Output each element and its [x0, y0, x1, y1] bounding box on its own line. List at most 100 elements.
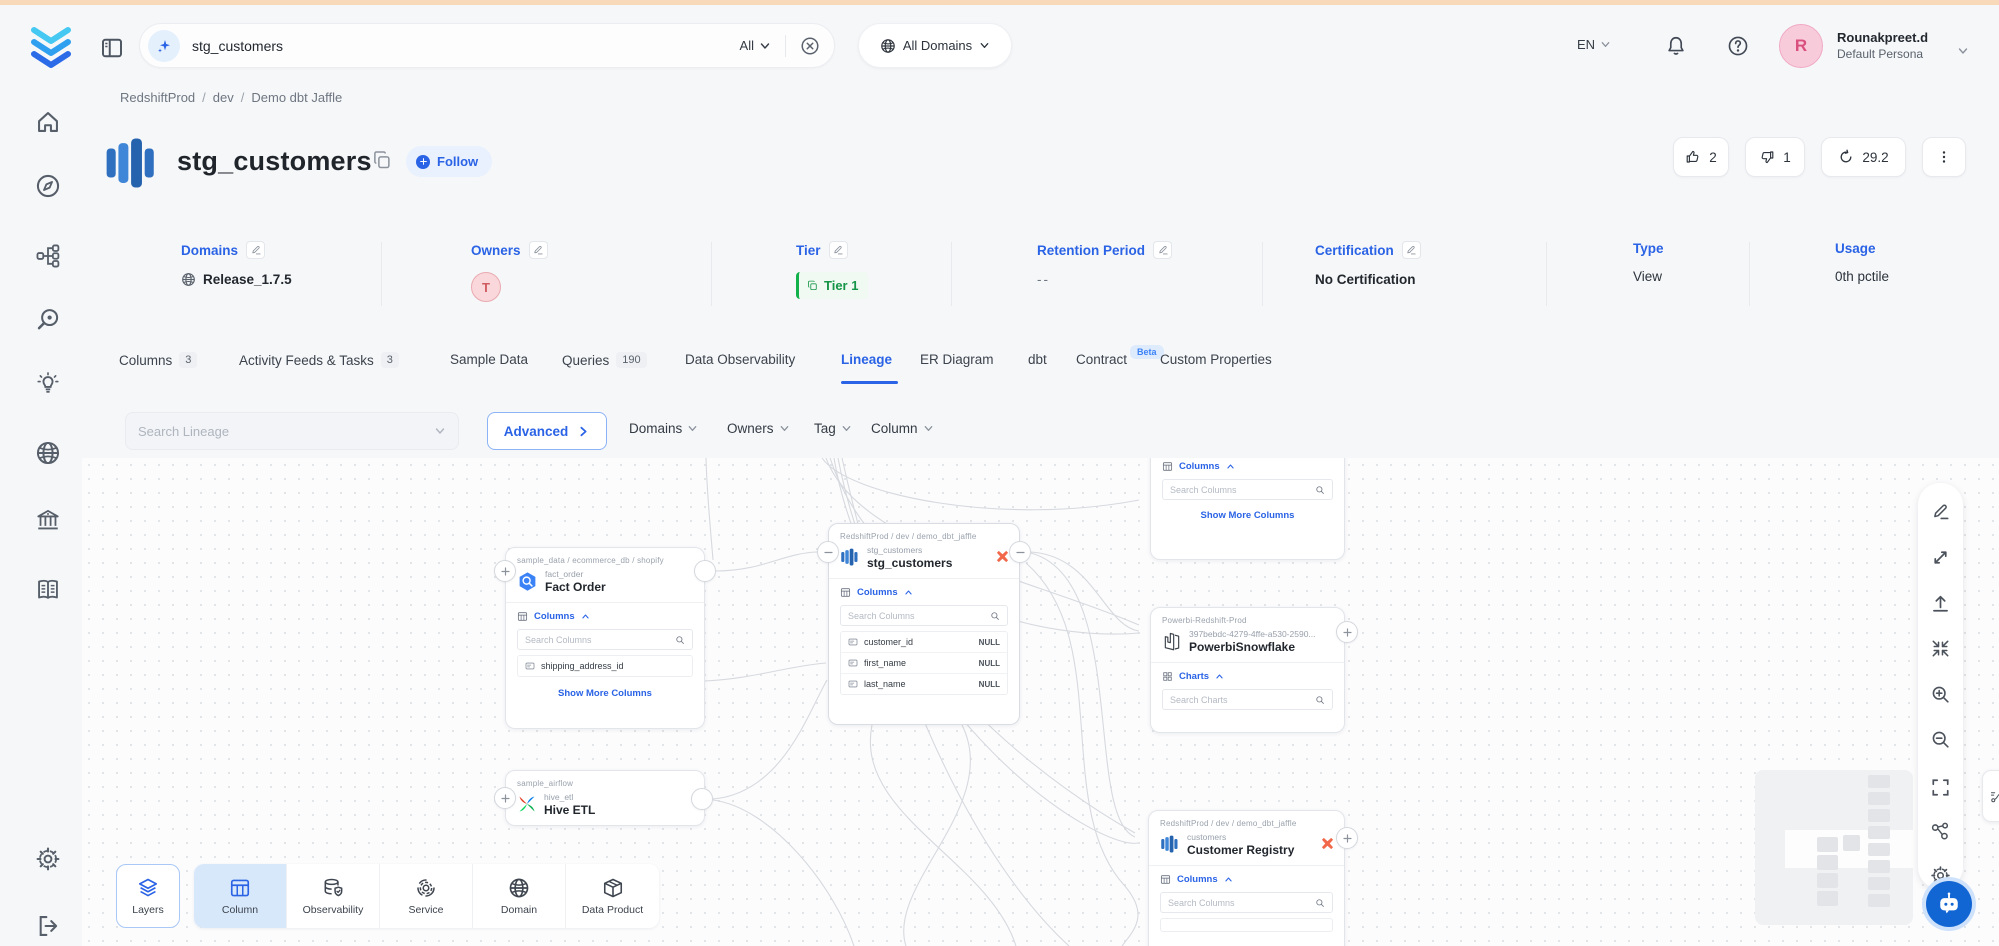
tier-badge[interactable]: Tier 1: [796, 272, 868, 299]
lineage-node-fact-order[interactable]: sample_data / ecommerce_db / shopify fac…: [505, 547, 705, 729]
tab-activity-feeds-tasks[interactable]: Activity Feeds & Tasks3: [239, 352, 399, 368]
breadcrumb-schema[interactable]: Demo dbt Jaffle: [251, 90, 342, 105]
mode-service[interactable]: Service: [380, 864, 473, 928]
column-row[interactable]: customer_id NULL: [841, 632, 1007, 652]
popularity-score-button[interactable]: 29.2: [1821, 137, 1906, 177]
zoom-in-icon[interactable]: [1930, 684, 1951, 705]
logout-icon[interactable]: [34, 912, 62, 940]
discover-compass-icon[interactable]: [34, 172, 62, 200]
charts-section-toggle[interactable]: Charts: [1151, 663, 1344, 685]
tab-er-diagram[interactable]: ER Diagram: [920, 352, 994, 367]
column-row[interactable]: last_name NULL: [841, 673, 1007, 694]
column-row[interactable]: shipping_address_id: [518, 656, 692, 676]
collapsed-lineage-card[interactable]: [1982, 770, 1999, 822]
columns-section-toggle[interactable]: Columns: [829, 579, 1019, 601]
lineage-canvas[interactable]: Columns Search Columns Show More Columns…: [82, 458, 1999, 946]
upvote-button[interactable]: 2: [1673, 137, 1729, 177]
link-nodes-icon[interactable]: [1930, 821, 1951, 842]
columns-section-toggle[interactable]: Columns: [506, 603, 704, 625]
user-avatar[interactable]: R: [1779, 24, 1823, 68]
glossary-book-icon[interactable]: [34, 576, 62, 604]
user-menu[interactable]: Rounakpreet.d Default Persona: [1837, 29, 1928, 63]
search-lineage-select[interactable]: Search Lineage: [125, 412, 459, 450]
tab-queries[interactable]: Queries190: [562, 352, 647, 368]
edit-lineage-icon[interactable]: [1930, 501, 1951, 522]
global-search-input[interactable]: [192, 38, 740, 54]
lineage-minimap[interactable]: [1755, 770, 1913, 925]
more-actions-button[interactable]: [1922, 137, 1966, 177]
copy-link-icon[interactable]: [372, 150, 394, 172]
owner-avatar[interactable]: T: [471, 272, 501, 302]
lineage-node-partial[interactable]: Columns Search Columns Show More Columns: [1150, 458, 1345, 560]
node-search-charts[interactable]: Search Charts: [1162, 689, 1333, 710]
mode-column[interactable]: Column: [194, 864, 287, 928]
tab-custom-properties[interactable]: Custom Properties: [1160, 352, 1272, 367]
tab-sample-data[interactable]: Sample Data: [450, 352, 528, 367]
clear-search-icon[interactable]: [800, 36, 820, 56]
domains-globe-icon[interactable]: [34, 439, 62, 467]
edit-domains-icon[interactable]: [246, 241, 265, 259]
ai-copilot-button[interactable]: [1922, 877, 1976, 931]
node-search-columns[interactable]: Search Columns: [517, 629, 693, 650]
advanced-filters-button[interactable]: Advanced: [487, 412, 607, 450]
edit-retention-icon[interactable]: [1153, 241, 1172, 259]
resize-icon[interactable]: [1930, 547, 1951, 568]
observability-search-icon[interactable]: [34, 306, 62, 334]
fullscreen-icon[interactable]: [1930, 777, 1951, 798]
columns-section-toggle[interactable]: Columns: [1151, 458, 1344, 475]
expand-upstream-port[interactable]: [494, 787, 516, 809]
domains-value[interactable]: Release_1.7.5: [181, 272, 292, 287]
lineage-node-stg-customers[interactable]: RedshiftProd / dev / demo_dbt_jaffle stg…: [828, 523, 1020, 725]
mode-data-product[interactable]: Data Product: [566, 864, 659, 928]
base-node-marker-icon[interactable]: [996, 550, 1009, 563]
connector-port[interactable]: [691, 788, 713, 810]
insights-bulb-icon[interactable]: [34, 370, 62, 398]
node-search-columns[interactable]: Search Columns: [1160, 892, 1333, 913]
show-more-columns-link[interactable]: Show More Columns: [1151, 505, 1344, 530]
lineage-node-customer-registry[interactable]: RedshiftProd / dev / demo_dbt_jaffle cus…: [1148, 810, 1345, 946]
node-search-columns[interactable]: Search Columns: [840, 605, 1008, 626]
lineage-node-hive-etl[interactable]: sample_airflow hive_etl Hive ETL: [505, 770, 705, 826]
edit-tier-icon[interactable]: [829, 241, 848, 259]
tab-contract[interactable]: Contract: [1076, 352, 1127, 367]
mode-domain[interactable]: Domain: [473, 864, 566, 928]
collapse-upstream-port[interactable]: [817, 541, 839, 563]
lineage-node-powerbi-snowflake[interactable]: Powerbi-Redshift-Prod 397bebdc-4279-4ffe…: [1150, 607, 1345, 733]
layers-button[interactable]: Layers: [116, 864, 180, 928]
filter-tag[interactable]: Tag: [814, 421, 852, 436]
column-row[interactable]: first_name NULL: [841, 652, 1007, 673]
zoom-out-icon[interactable]: [1930, 729, 1951, 750]
help-icon[interactable]: [1727, 35, 1749, 57]
collapse-downstream-port[interactable]: [1009, 541, 1031, 563]
collapse-all-icon[interactable]: [1930, 638, 1951, 659]
tab-dbt[interactable]: dbt: [1028, 352, 1047, 367]
search-scope-dropdown[interactable]: All: [740, 38, 771, 53]
global-search-bar[interactable]: All: [139, 23, 835, 68]
columns-section-toggle[interactable]: Columns: [1149, 866, 1344, 888]
filter-column[interactable]: Column: [871, 421, 934, 436]
filter-domains[interactable]: Domains: [629, 421, 698, 436]
breadcrumb-database[interactable]: dev: [213, 90, 234, 105]
tab-data-observability[interactable]: Data Observability: [685, 352, 795, 367]
export-upload-icon[interactable]: [1930, 593, 1951, 614]
expand-downstream-port[interactable]: [1336, 621, 1358, 643]
base-node-marker-icon[interactable]: [1321, 837, 1334, 850]
all-domains-filter[interactable]: All Domains: [858, 23, 1012, 68]
sidebar-toggle-icon[interactable]: [100, 36, 126, 60]
expand-downstream-port[interactable]: [1336, 827, 1358, 849]
tab-lineage[interactable]: Lineage: [841, 352, 892, 367]
language-selector[interactable]: EN: [1577, 37, 1611, 52]
user-menu-chevron-icon[interactable]: [1957, 42, 1969, 60]
node-search-columns[interactable]: Search Columns: [1162, 479, 1333, 500]
breadcrumb-connection[interactable]: RedshiftProd: [120, 90, 195, 105]
connector-port[interactable]: [694, 560, 716, 582]
settings-gear-icon[interactable]: [34, 845, 62, 873]
follow-button[interactable]: Follow: [406, 146, 492, 177]
tab-columns[interactable]: Columns3: [119, 352, 197, 368]
notifications-bell-icon[interactable]: [1665, 35, 1687, 57]
atlan-logo[interactable]: [28, 24, 74, 68]
filter-owners[interactable]: Owners: [727, 421, 790, 436]
edit-owners-icon[interactable]: [529, 241, 548, 259]
edit-certification-icon[interactable]: [1402, 241, 1421, 259]
home-icon[interactable]: [34, 108, 62, 136]
